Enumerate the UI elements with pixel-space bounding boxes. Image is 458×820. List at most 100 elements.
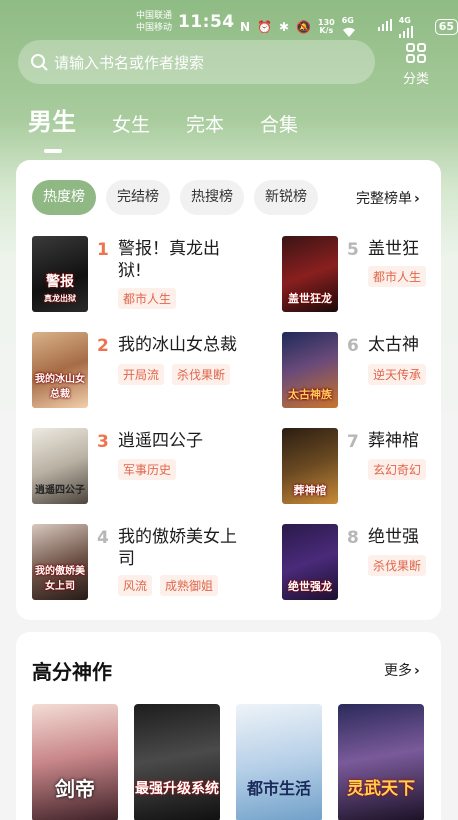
full-rank-link[interactable]: 完整榜单 › <box>356 188 420 208</box>
mute-icon: 🔕 <box>296 19 312 34</box>
carrier-info: 中国联通 中国移动 <box>136 10 172 34</box>
book-tag: 成熟御姐 <box>160 575 219 596</box>
rank-number: 8 <box>347 528 359 548</box>
cover-title: 最强升级系统 <box>135 781 219 797</box>
featured-book-2[interactable]: 最强升级系统 <box>134 704 220 820</box>
book-cover: 我的傲娇美女上司 <box>32 524 88 600</box>
featured-book-1[interactable]: 剑帝 <box>32 704 118 820</box>
chevron-right-icon: › <box>414 191 420 207</box>
grid-icon <box>406 43 426 63</box>
featured-book-3[interactable]: 都市生活 <box>236 704 322 820</box>
book-title: 逍遥四公子 <box>118 431 203 451</box>
high-score-section: 高分神作 更多 › 剑帝 最强升级系统 都市生活 灵武天下 <box>16 632 441 820</box>
cover-title: 我的冰山女总裁 <box>35 374 85 400</box>
book-title: 盖世狂 <box>368 239 419 259</box>
carrier-2: 中国移动 <box>136 23 173 33</box>
search-placeholder: 请输入书名或作者搜索 <box>54 53 205 72</box>
cover-subtitle: 真龙出狱 <box>44 294 76 303</box>
book-tags: 玄幻奇幻 <box>368 459 427 480</box>
more-link[interactable]: 更多 › <box>384 660 420 680</box>
wifi-icon: 6G <box>342 12 371 41</box>
rank-number: 7 <box>347 432 359 452</box>
more-label: 更多 <box>384 663 412 679</box>
book-cover: 警报 真龙出狱 <box>32 236 88 312</box>
tab-collection[interactable]: 合集 <box>260 110 298 137</box>
book-title: 警报！真龙出狱! <box>118 239 220 281</box>
featured-book-4[interactable]: 灵武天下 <box>338 704 424 820</box>
carrier-1: 中国联通 <box>136 11 173 21</box>
book-cover: 绝世强龙 <box>282 524 338 600</box>
book-title: 太古神 <box>368 335 419 355</box>
search-icon <box>31 54 48 71</box>
rank-number: 2 <box>97 336 109 356</box>
cover-title: 逍遥四公子 <box>35 485 85 496</box>
clock: 11:54 <box>178 12 235 32</box>
book-tag: 杀伐果断 <box>368 555 427 576</box>
book-tags: 杀伐果断 <box>368 555 427 576</box>
category-label: 分类 <box>402 72 429 87</box>
cover-text: 警报 真龙出狱 <box>32 275 88 306</box>
book-tag: 杀伐果断 <box>172 364 231 385</box>
book-cover: 盖世狂龙 <box>282 236 338 312</box>
book-tag: 军事历史 <box>118 459 177 480</box>
chevron-right-icon: › <box>414 663 420 679</box>
signal-icon <box>377 19 392 34</box>
book-tag: 都市人生 <box>368 266 427 287</box>
rank-number: 5 <box>347 240 359 260</box>
book-title: 葬神棺 <box>368 431 419 451</box>
book-cover: 逍遥四公子 <box>32 428 88 504</box>
alarm-icon: ⏰ <box>257 19 272 34</box>
rank-number: 4 <box>97 528 109 548</box>
cover-title: 葬神棺 <box>293 484 327 497</box>
book-tags: 都市人生 <box>118 288 177 309</box>
cover-title: 盖世狂龙 <box>288 292 332 305</box>
status-bar: 中国联通 中国移动 11:54 N ⏰ ✱ 🔕 130 K/s 6G 4G 65 <box>0 8 458 38</box>
tab-female[interactable]: 女生 <box>112 110 150 137</box>
cover-title: 都市生活 <box>246 779 311 798</box>
tab-finished-rank[interactable]: 完结榜 <box>106 180 170 215</box>
book-cover: 我的冰山女总裁 <box>32 332 88 408</box>
tab-male[interactable]: 男生 <box>28 102 76 153</box>
cover-title: 警报 <box>46 274 74 290</box>
tab-search-rank[interactable]: 热搜榜 <box>180 180 244 215</box>
network-speed: 130 K/s <box>318 18 335 35</box>
book-tag: 玄幻奇幻 <box>368 459 427 480</box>
book-tags: 开局流 杀伐果断 <box>118 364 231 385</box>
category-button[interactable]: 分类 <box>396 42 436 87</box>
book-tags: 风流 成熟御姐 <box>118 575 219 596</box>
tab-hot-rank[interactable]: 热度榜 <box>32 180 96 215</box>
rank-number: 3 <box>97 432 109 452</box>
nfc-icon: N <box>240 19 251 34</box>
book-tag: 都市人生 <box>118 288 177 309</box>
cover-title: 灵武天下 <box>347 779 415 799</box>
book-tags: 逆天传承 <box>368 364 427 385</box>
gender-tabs: 男生 女生 完本 合集 <box>28 102 334 153</box>
full-rank-label: 完整榜单 <box>356 191 412 207</box>
cover-title: 太古神族 <box>288 388 332 401</box>
ranking-card: 热度榜 完结榜 热搜榜 新锐榜 完整榜单 › 警报 真龙出狱 1 警报！真龙出狱! … <box>16 160 441 620</box>
book-title: 绝世强 <box>368 527 419 547</box>
status-icons: N ⏰ ✱ 🔕 130 K/s 6G 4G 65 <box>240 12 458 41</box>
search-bar[interactable]: 请输入书名或作者搜索 <box>18 40 375 84</box>
speed-unit: K/s <box>319 25 334 35</box>
book-tag: 开局流 <box>118 364 165 385</box>
section-title: 高分神作 <box>32 660 112 684</box>
wifi-label: 6G <box>341 16 354 25</box>
book-tag: 逆天传承 <box>368 364 427 385</box>
signal-label: 4G <box>398 16 411 25</box>
book-title: 我的傲娇美女上司 <box>118 527 237 569</box>
tab-new-rank[interactable]: 新锐榜 <box>254 180 318 215</box>
book-tags: 军事历史 <box>118 459 177 480</box>
book-tag: 风流 <box>118 575 153 596</box>
rank-number: 6 <box>347 336 359 356</box>
book-title: 我的冰山女总裁 <box>118 335 237 355</box>
tab-completed[interactable]: 完本 <box>186 110 224 137</box>
book-cover: 葬神棺 <box>282 428 338 504</box>
ranking-tabs: 热度榜 完结榜 热搜榜 新锐榜 <box>32 180 318 215</box>
signal-4g-icon: 4G <box>398 12 428 41</box>
cover-title: 剑帝 <box>55 777 95 801</box>
battery-icon: 65 <box>434 18 458 35</box>
book-tags: 都市人生 <box>368 266 427 287</box>
book-cover: 太古神族 <box>282 332 338 408</box>
rank-number: 1 <box>97 240 109 260</box>
